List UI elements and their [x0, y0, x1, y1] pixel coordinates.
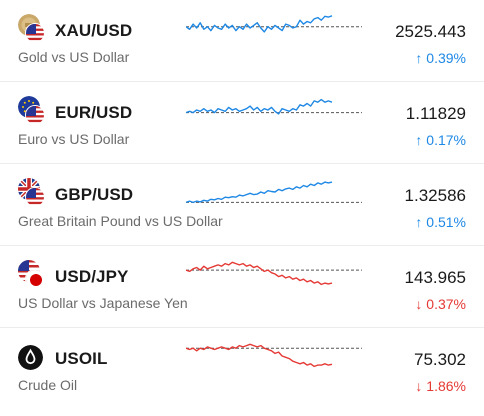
instrument-row-usoil[interactable]: USOIL Crude Oil 75.302 ↓ 1.86%: [0, 328, 484, 410]
pair-icons: [18, 260, 48, 290]
us-flag-icon: [25, 187, 45, 207]
price-value: 75.302: [414, 350, 466, 369]
pair-icons: [18, 14, 48, 44]
price-value: 1.32586: [404, 186, 466, 205]
sparkline-series: [186, 181, 333, 204]
instrument-description: Crude Oil: [18, 377, 78, 393]
instrument-symbol: XAU/USD: [55, 21, 133, 40]
us-flag-icon: [25, 105, 45, 125]
pair-icons: [18, 342, 48, 372]
instrument-description: Gold vs US Dollar: [18, 49, 130, 65]
japan-flag-icon: [25, 269, 45, 289]
change-percent: ↑ 0.39%: [415, 50, 466, 66]
instrument-row-usd-jpy[interactable]: USD/JPY US Dollar vs Japanese Yen 143.96…: [0, 246, 484, 328]
instrument-description: Great Britain Pound vs US Dollar: [18, 213, 223, 229]
instrument-row-gbp-usd[interactable]: GBP/USD Great Britain Pound vs US Dollar…: [0, 164, 484, 246]
change-percent: ↓ 1.86%: [415, 378, 466, 394]
price-value: 1.11829: [405, 104, 466, 123]
instrument-row-xau-usd[interactable]: XAU/USD Gold vs US Dollar 2525.443 ↑ 0.3…: [0, 0, 484, 82]
instrument-symbol: GBP/USD: [55, 185, 134, 204]
sparkline-series: [186, 343, 333, 368]
instrument-symbol: EUR/USD: [55, 103, 133, 122]
change-percent: ↑ 0.51%: [415, 214, 466, 230]
sparkline-series: [186, 261, 333, 286]
sparkline-chart: [186, 15, 362, 33]
us-flag-icon: [25, 23, 45, 43]
sparkline-series: [186, 98, 333, 115]
sparkline-chart: [186, 261, 362, 286]
change-percent: ↑ 0.17%: [415, 132, 466, 148]
instrument-row-eur-usd[interactable]: EUR/USD Euro vs US Dollar 1.11829 ↑ 0.17…: [0, 82, 484, 164]
sparkline-chart: [186, 181, 362, 204]
oil-drop-icon: [18, 345, 43, 370]
pair-icons: [18, 178, 48, 208]
pair-icons: [18, 96, 48, 126]
sparkline-series: [186, 15, 333, 33]
change-percent: ↓ 0.37%: [415, 296, 466, 312]
instrument-description: US Dollar vs Japanese Yen: [18, 295, 188, 311]
sparkline-chart: [186, 98, 362, 115]
price-value: 2525.443: [395, 22, 466, 41]
instrument-symbol: USD/JPY: [55, 267, 129, 286]
sparkline-chart: [186, 343, 362, 368]
instrument-list: XAU/USD Gold vs US Dollar 2525.443 ↑ 0.3…: [0, 0, 484, 416]
instrument-description: Euro vs US Dollar: [18, 131, 130, 147]
instrument-symbol: USOIL: [55, 349, 108, 368]
price-value: 143.965: [404, 268, 466, 287]
